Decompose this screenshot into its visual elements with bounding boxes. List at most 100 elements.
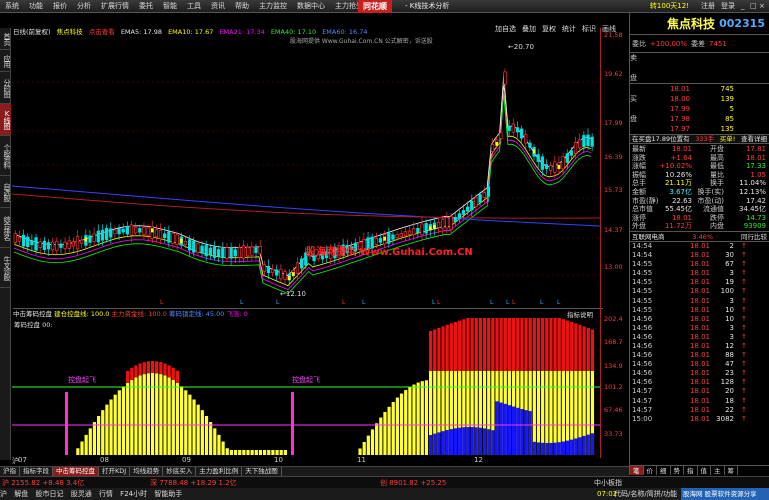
indicator-bar-yellow <box>92 422 97 455</box>
indicator-chart[interactable]: 控盘起飞 控盘起飞 <box>12 318 600 456</box>
indicator-bar-red <box>142 362 146 375</box>
tick-time: 14:55 <box>632 296 653 305</box>
alert-detail-link[interactable]: 查看详细 <box>741 135 767 143</box>
stat-label: 市盈(静) <box>632 196 659 205</box>
stat-value: 11.04% <box>739 179 766 188</box>
sector-name[interactable]: 互联网电商 <box>632 232 665 241</box>
bid-label <box>630 124 650 134</box>
menu-item[interactable]: 智能 <box>158 0 182 13</box>
nav-tab-profile[interactable]: 个股资料 <box>0 136 11 176</box>
tick-volume: 128 <box>720 378 734 387</box>
menu-item[interactable]: 工具 <box>182 0 206 13</box>
period-label[interactable]: 日线(前复权) <box>13 28 51 36</box>
nav-tab-ranking[interactable]: 综合排名 <box>0 208 11 248</box>
quick-search-hint[interactable]: 代码/名称/简拼/功能 <box>614 488 677 500</box>
tab-indicator[interactable]: 天下独战图 <box>242 467 282 476</box>
add-watchlist-button[interactable]: 加自选 <box>492 24 519 34</box>
indicator-bar-blue <box>516 407 520 455</box>
nav-tab-intraday[interactable]: 分时图 <box>0 72 11 104</box>
signal-label: L <box>362 299 366 306</box>
promo-link[interactable]: 转100天12! <box>647 0 692 13</box>
menu-item[interactable]: 委托 <box>134 0 158 13</box>
candle-body <box>38 241 42 248</box>
candle-body <box>225 247 229 260</box>
tab-indicator[interactable]: 中击筹码控盘 <box>53 467 99 476</box>
footer-item[interactable]: F24小时 <box>120 490 147 498</box>
indicator-bar-red <box>520 318 524 371</box>
menu-item[interactable]: 分析 <box>72 0 96 13</box>
indicator-bar-yellow <box>279 450 283 455</box>
tick-list[interactable]: 14:54 18.01 2 ↑ 14:54 18.01 30 ↑ 14:55 18.01 67 ↑ 14… <box>630 242 769 424</box>
nav-tab-home[interactable]: 首页 <box>0 28 11 50</box>
peer-compare-link[interactable]: 同行比较 <box>741 232 767 241</box>
tab-indicator[interactable]: 沪指 <box>0 467 20 476</box>
menu-item[interactable]: 系统 <box>0 0 24 13</box>
nav-tab-watchlist[interactable]: 自选股 <box>0 176 11 208</box>
overlay-button[interactable]: 叠加 <box>519 24 539 34</box>
window-controls: 转100天12! 注册 登录 _ □ × <box>647 0 765 13</box>
footer-item[interactable]: 解盘 <box>14 490 28 498</box>
panel-tab[interactable]: 笔 <box>630 466 644 475</box>
tick-time: 14:55 <box>632 305 653 314</box>
menu-item[interactable]: 数据中心 <box>292 0 330 13</box>
menu-item[interactable]: 报价 <box>48 0 72 13</box>
candle-body <box>590 136 594 147</box>
panel-tab[interactable]: 筹 <box>725 466 738 475</box>
indicator-bar-yellow <box>424 380 429 455</box>
maximize-icon[interactable]: □ <box>747 0 757 13</box>
footer-item[interactable]: 股市日记 <box>35 490 63 498</box>
panel-tab[interactable]: 主 <box>711 466 725 475</box>
tick-price: 18.01 <box>689 305 710 314</box>
indicator-name[interactable]: 中击筹码控盘 <box>13 310 52 318</box>
minimize-icon[interactable]: _ <box>738 0 747 13</box>
tab-indicator[interactable]: 打开KDJ <box>99 467 131 476</box>
register-link[interactable]: 注册 <box>698 0 718 13</box>
panel-tab[interactable]: 细 <box>657 466 671 475</box>
menu-item[interactable]: 扩展行情 <box>96 0 134 13</box>
tab-indicator[interactable]: 妙底买入 <box>163 467 197 476</box>
nav-tab-kline[interactable]: K线图 <box>0 104 11 136</box>
footer-item[interactable]: 沪 <box>0 490 7 498</box>
nav-tab-diagnosis[interactable]: 牛叉诊股 <box>0 248 11 288</box>
close-icon[interactable]: × <box>756 0 765 13</box>
tick-price: 18.01 <box>689 296 710 305</box>
panel-tab[interactable]: 指 <box>684 466 698 475</box>
signal-label: L <box>240 299 244 306</box>
tick-price: 18.01 <box>689 269 710 278</box>
signal-label: L <box>506 299 510 306</box>
footer-item[interactable]: 智能助手 <box>154 490 182 498</box>
tab-indicator[interactable]: 主力盈利比例 <box>196 467 243 476</box>
indicator-bar-yellow <box>225 448 229 455</box>
candle-body <box>258 245 262 255</box>
tab-indicator[interactable]: 均线趋势 <box>130 467 164 476</box>
sector-header[interactable]: 互联网电商 3.46% 同行比较 <box>630 232 769 242</box>
menu-item[interactable]: 帮助 <box>230 0 254 13</box>
tick-volume: 30 <box>725 251 734 260</box>
menu-item[interactable]: 功能 <box>24 0 48 13</box>
adjust-button[interactable]: 复权 <box>539 24 559 34</box>
indicator-bar-blue <box>565 440 570 455</box>
signal-label: L <box>276 299 280 306</box>
bid-vol: 139 <box>720 95 734 103</box>
tab-indicator[interactable]: 指标字段 <box>20 467 53 476</box>
candle-body <box>150 225 154 239</box>
hint-link[interactable]: 点击查看 <box>89 28 115 36</box>
footer-item[interactable]: 行情 <box>99 490 113 498</box>
footer-item[interactable]: 股灵通 <box>71 490 92 498</box>
candle-body <box>133 226 138 234</box>
panel-tab[interactable]: 值 <box>698 466 711 475</box>
login-link[interactable]: 登录 <box>718 0 738 13</box>
menu-item[interactable]: 资讯 <box>206 0 230 13</box>
panel-tab[interactable]: 势 <box>671 466 684 475</box>
panel-tab[interactable]: 价 <box>644 466 657 475</box>
arrow-up-icon: ↑ <box>741 414 747 423</box>
big-order-alert[interactable]: 在买盘17.89位置有 333手 买单! 查看详细 <box>630 135 769 144</box>
signal-label: L <box>342 299 346 306</box>
mark-button[interactable]: 标识 <box>579 24 599 34</box>
nav-tab-apps[interactable]: 应用 <box>0 50 11 72</box>
kline-chart[interactable]: ←20.70←12.10股海网提供 Www.Guhai.Com.CNL L L L L L… <box>12 38 600 308</box>
candle-body <box>142 226 146 235</box>
stats-button[interactable]: 统计 <box>559 24 579 34</box>
menu-item[interactable]: 主力监控 <box>254 0 292 13</box>
indicator-bar-red <box>553 318 557 371</box>
